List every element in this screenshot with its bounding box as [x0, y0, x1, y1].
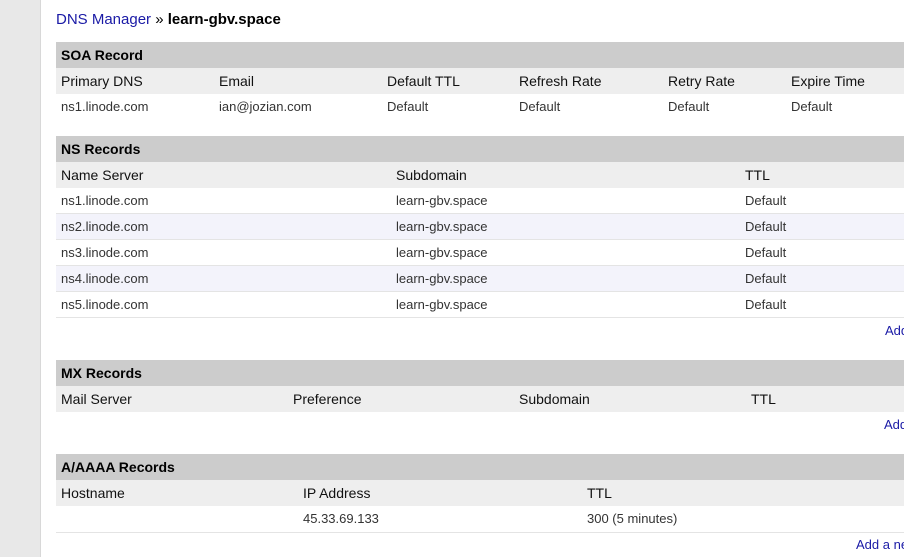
- a-row-ttl: 300 (5 minutes): [587, 511, 678, 526]
- add-a-record-link[interactable]: Add a ne: [856, 537, 904, 552]
- soa-record-section: SOA Record Primary DNS Email Default TTL…: [56, 42, 904, 120]
- breadcrumb-current-domain: learn-gbv.space: [167, 11, 281, 28]
- a-header-ip-address: IP Address: [303, 485, 371, 501]
- soa-header-expire-time: Expire Time: [791, 73, 865, 89]
- ns-row-name-server: ns4.linode.com: [61, 271, 149, 286]
- ns-header-row: Name Server Subdomain TTL: [56, 162, 904, 188]
- add-ns-record-link[interactable]: Add: [885, 323, 904, 338]
- soa-section-title: SOA Record: [56, 42, 904, 68]
- a-header-ttl: TTL: [587, 485, 612, 501]
- soa-email: ian@jozian.com: [219, 99, 312, 114]
- ns-row-subdomain: learn-gbv.space: [396, 271, 488, 286]
- a-header-row: Hostname IP Address TTL: [56, 480, 904, 506]
- mx-header-mail-server: Mail Server: [61, 391, 132, 407]
- left-gutter: [0, 0, 41, 557]
- ns-row-2: ns2.linode.com learn-gbv.space Default: [56, 214, 904, 240]
- mx-header-preference: Preference: [293, 391, 362, 407]
- soa-default-ttl: Default: [387, 99, 429, 114]
- ns-section-title: NS Records: [56, 136, 904, 162]
- a-header-hostname: Hostname: [61, 485, 125, 501]
- ns-header-subdomain: Subdomain: [396, 167, 467, 183]
- ns-row-subdomain: learn-gbv.space: [396, 297, 488, 312]
- ns-row-subdomain: learn-gbv.space: [396, 245, 488, 260]
- mx-records-section: MX Records Mail Server Preference Subdom…: [56, 360, 904, 412]
- soa-header-refresh-rate: Refresh Rate: [519, 73, 602, 89]
- soa-header-email: Email: [219, 73, 255, 89]
- ns-row-name-server: ns1.linode.com: [61, 193, 149, 208]
- soa-data-row: ns1.linode.com ian@jozian.com Default De…: [56, 94, 904, 120]
- breadcrumb-dns-manager-link[interactable]: DNS Manager: [56, 11, 151, 28]
- ns-row-4: ns4.linode.com learn-gbv.space Default: [56, 266, 904, 292]
- soa-primary-dns: ns1.linode.com: [61, 99, 149, 114]
- ns-row-ttl: Default: [745, 297, 787, 312]
- ns-row-3: ns3.linode.com learn-gbv.space Default: [56, 240, 904, 266]
- ns-row-5: ns5.linode.com learn-gbv.space Default: [56, 292, 904, 318]
- ns-row-name-server: ns3.linode.com: [61, 245, 149, 260]
- dns-manager-content: DNS Manager » learn-gbv.space SOA Record…: [56, 0, 904, 557]
- soa-retry-rate: Default: [668, 99, 710, 114]
- soa-header-retry-rate: Retry Rate: [668, 73, 735, 89]
- ns-row-ttl: Default: [745, 245, 787, 260]
- mx-header-ttl: TTL: [751, 391, 776, 407]
- ns-row-subdomain: learn-gbv.space: [396, 219, 488, 234]
- a-section-title: A/AAAA Records: [56, 454, 904, 480]
- mx-section-title: MX Records: [56, 360, 904, 386]
- soa-header-primary-dns: Primary DNS: [61, 73, 143, 89]
- ns-row-name-server: ns2.linode.com: [61, 219, 149, 234]
- add-mx-record-link[interactable]: Add: [884, 417, 904, 432]
- ns-row-subdomain: learn-gbv.space: [396, 193, 488, 208]
- ns-row-ttl: Default: [745, 193, 787, 208]
- ns-row-ttl: Default: [745, 271, 787, 286]
- a-row-ip-address: 45.33.69.133: [303, 511, 379, 526]
- ns-row-1: ns1.linode.com learn-gbv.space Default: [56, 188, 904, 214]
- ns-header-name-server: Name Server: [61, 167, 144, 183]
- soa-refresh-rate: Default: [519, 99, 561, 114]
- mx-header-row: Mail Server Preference Subdomain TTL: [56, 386, 904, 412]
- ns-row-ttl: Default: [745, 219, 787, 234]
- soa-expire-time: Default: [791, 99, 833, 114]
- breadcrumb: DNS Manager » learn-gbv.space: [56, 11, 281, 29]
- ns-row-name-server: ns5.linode.com: [61, 297, 149, 312]
- soa-header-row: Primary DNS Email Default TTL Refresh Ra…: [56, 68, 904, 94]
- mx-header-subdomain: Subdomain: [519, 391, 590, 407]
- a-aaaa-records-section: A/AAAA Records Hostname IP Address TTL 4…: [56, 454, 904, 533]
- ns-records-section: NS Records Name Server Subdomain TTL ns1…: [56, 136, 904, 318]
- ns-header-ttl: TTL: [745, 167, 770, 183]
- breadcrumb-separator: »: [155, 11, 164, 28]
- soa-header-default-ttl: Default TTL: [387, 73, 460, 89]
- a-row-1: 45.33.69.133 300 (5 minutes): [56, 506, 904, 533]
